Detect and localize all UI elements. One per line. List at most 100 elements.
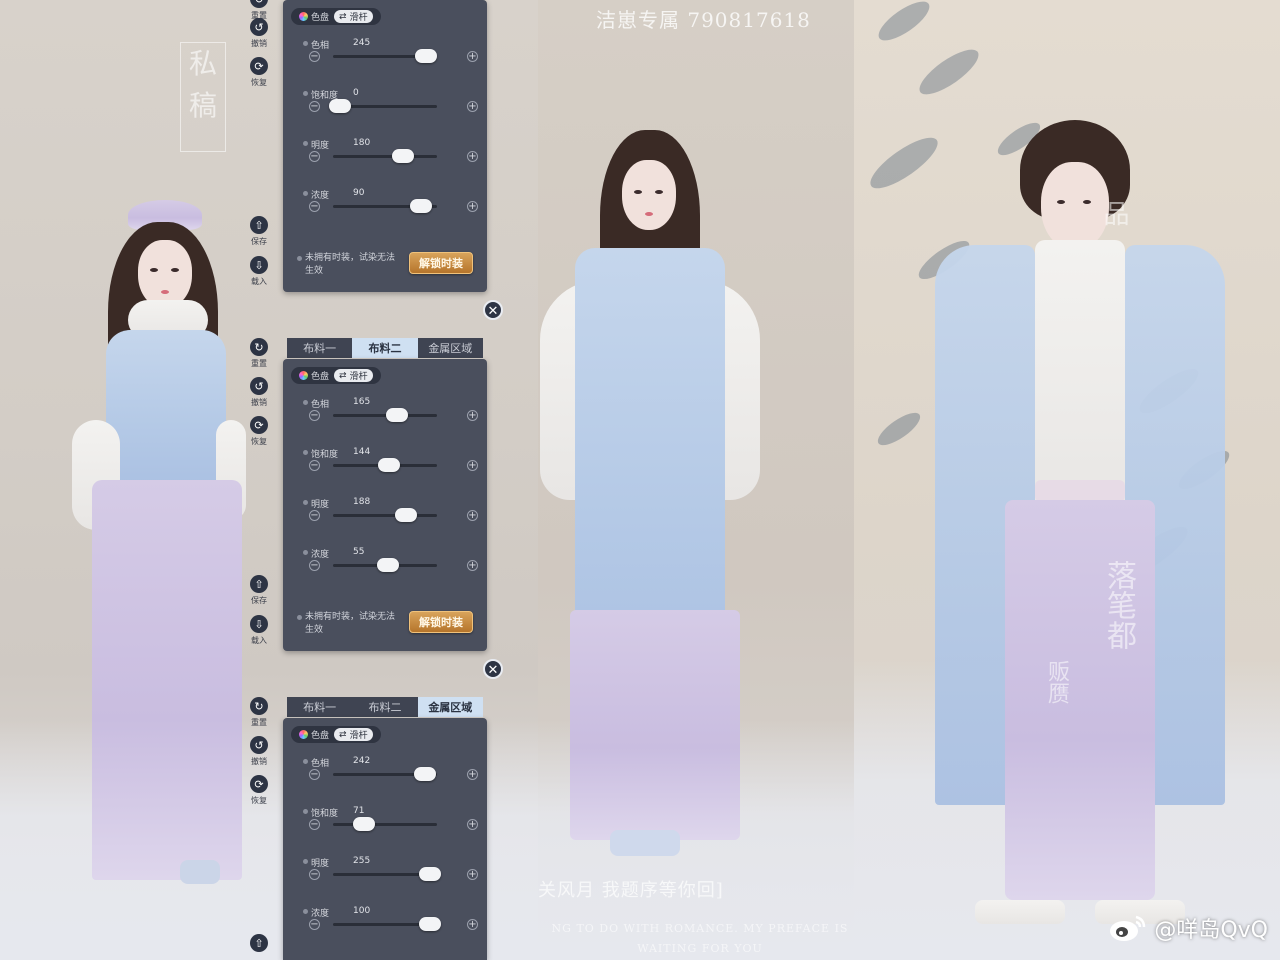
slider-label: 浓度 xyxy=(302,906,329,919)
slider-thumb[interactable] xyxy=(353,817,376,831)
slider-thumb[interactable] xyxy=(414,49,437,63)
shoe xyxy=(180,860,220,884)
slider-thumb[interactable] xyxy=(394,508,417,522)
tab-metal-area[interactable]: 金属区域 xyxy=(417,338,483,358)
load-icon: ⇩ xyxy=(250,615,268,633)
restore-tool[interactable]: ⟳ 恢复 xyxy=(245,775,273,806)
slider-thumb[interactable] xyxy=(391,149,414,163)
slider-thumb[interactable] xyxy=(329,99,352,113)
decrease-button[interactable]: − xyxy=(309,819,320,830)
restore-tool[interactable]: ⟳ 恢复 xyxy=(245,416,273,447)
slider-label: 色相 xyxy=(302,38,329,51)
slider-thumb[interactable] xyxy=(377,558,400,572)
increase-button[interactable]: + xyxy=(467,919,478,930)
increase-button[interactable]: + xyxy=(467,51,478,62)
tab-fabric-2[interactable]: 布料二 xyxy=(352,697,418,717)
bottom-caption: 关风月 我题序等你回] xyxy=(538,880,724,901)
save-tool[interactable]: ⇧ 保存 xyxy=(245,575,273,606)
decrease-button[interactable]: − xyxy=(309,410,320,421)
mode-palette-option[interactable]: 色盘 xyxy=(294,728,334,741)
mode-switch[interactable]: 色盘 ⇄ 滑杆 xyxy=(291,8,381,25)
tab-fabric-1[interactable]: 布料一 xyxy=(287,697,353,717)
reset-tool[interactable]: ↻ 重置 xyxy=(245,338,273,369)
undo-tool[interactable]: ↺ 撤销 xyxy=(245,377,273,408)
increase-button[interactable]: + xyxy=(467,819,478,830)
save-tool[interactable]: ⇧ 保存 xyxy=(245,216,273,247)
increase-button[interactable]: + xyxy=(467,769,478,780)
load-tool[interactable]: ⇩ 载入 xyxy=(245,256,273,287)
mode-palette-option[interactable]: 色盘 xyxy=(294,10,334,23)
decrease-button[interactable]: − xyxy=(309,51,320,62)
slider-track[interactable] xyxy=(333,49,437,63)
save-tool[interactable]: ⇧ xyxy=(245,934,273,952)
decrease-button[interactable]: − xyxy=(309,510,320,521)
decrease-button[interactable]: − xyxy=(309,919,320,930)
mode-slider-option[interactable]: ⇄ 滑杆 xyxy=(334,369,373,382)
slider-thumb[interactable] xyxy=(413,767,436,781)
slider-track[interactable] xyxy=(333,458,437,472)
slider-track[interactable] xyxy=(333,199,437,213)
tab-fabric-1[interactable]: 布料一 xyxy=(287,338,353,358)
decrease-button[interactable]: − xyxy=(309,201,320,212)
tab-metal-area[interactable]: 金属区域 xyxy=(417,697,483,717)
slider-track[interactable] xyxy=(333,408,437,422)
small-seal-text: 品 xyxy=(1096,200,1133,226)
increase-button[interactable]: + xyxy=(467,201,478,212)
slider-thumb[interactable] xyxy=(418,867,441,881)
undo-tool[interactable]: ↺ 撤销 xyxy=(245,736,273,767)
weibo-logo-icon xyxy=(1108,913,1148,943)
slider-saturation: 饱和度 144 − + xyxy=(302,447,483,487)
mode-switch[interactable]: 色盘 ⇄ 滑杆 xyxy=(291,726,381,743)
seal-char: 都 xyxy=(1101,620,1136,650)
load-tool[interactable]: ⇩ 载入 xyxy=(245,615,273,646)
mode-palette-option[interactable]: 色盘 xyxy=(294,369,334,382)
decrease-button[interactable]: − xyxy=(309,560,320,571)
tab-fabric-2[interactable]: 布料二 xyxy=(352,338,418,358)
decrease-button[interactable]: − xyxy=(309,101,320,112)
mode-slider-option[interactable]: ⇄ 滑杆 xyxy=(334,10,373,23)
slider-track[interactable] xyxy=(333,508,437,522)
close-icon[interactable]: ✕ xyxy=(483,659,503,679)
slider-track[interactable] xyxy=(333,817,437,831)
slider-label: 浓度 xyxy=(302,188,329,201)
slider-track[interactable] xyxy=(333,917,441,931)
mode-slider-option[interactable]: ⇄ 滑杆 xyxy=(334,728,373,741)
decrease-button[interactable]: − xyxy=(309,769,320,780)
decrease-button[interactable]: − xyxy=(309,151,320,162)
unlock-outfit-button[interactable]: 解锁时装 xyxy=(409,252,473,274)
reset-tool[interactable]: ↻ 重置 xyxy=(245,697,273,728)
slider-density: 浓度 100 − + xyxy=(302,906,483,946)
increase-button[interactable]: + xyxy=(467,101,478,112)
undo-tool[interactable]: ↺ 撤销 xyxy=(245,18,273,49)
save-label: 保存 xyxy=(251,596,267,605)
increase-button[interactable]: + xyxy=(467,151,478,162)
slider-value: 90 xyxy=(353,188,365,198)
reset-icon: ↻ xyxy=(250,0,268,8)
mode-switch[interactable]: 色盘 ⇄ 滑杆 xyxy=(291,367,381,384)
slider-track[interactable] xyxy=(329,99,437,113)
slider-thumb[interactable] xyxy=(418,917,441,931)
slider-track[interactable] xyxy=(333,149,437,163)
seal-private-draft: 私 稿 xyxy=(180,42,226,152)
increase-button[interactable]: + xyxy=(467,410,478,421)
slider-density: 浓度 55 − + xyxy=(302,547,483,587)
slider-thumb[interactable] xyxy=(386,408,409,422)
slider-thumb[interactable] xyxy=(378,458,401,472)
decrease-button[interactable]: − xyxy=(309,869,320,880)
slider-track[interactable] xyxy=(333,767,437,781)
slider-track[interactable] xyxy=(333,558,437,572)
unlock-outfit-button[interactable]: 解锁时装 xyxy=(409,611,473,633)
slider-hue: 色相 242 − + xyxy=(302,756,483,796)
increase-button[interactable]: + xyxy=(467,510,478,521)
slider-thumb[interactable] xyxy=(410,199,433,213)
decrease-button[interactable]: − xyxy=(309,460,320,471)
slider-track[interactable] xyxy=(333,867,441,881)
increase-button[interactable]: + xyxy=(467,460,478,471)
restore-tool[interactable]: ⟳ 恢复 xyxy=(245,57,273,88)
undo-icon: ↺ xyxy=(250,377,268,395)
increase-button[interactable]: + xyxy=(467,869,478,880)
mode-slider-label: 滑杆 xyxy=(349,731,368,741)
close-icon[interactable]: ✕ xyxy=(483,300,503,320)
increase-button[interactable]: + xyxy=(467,560,478,571)
fabric-tabs: 布料一 布料二 金属区域 xyxy=(287,697,483,717)
